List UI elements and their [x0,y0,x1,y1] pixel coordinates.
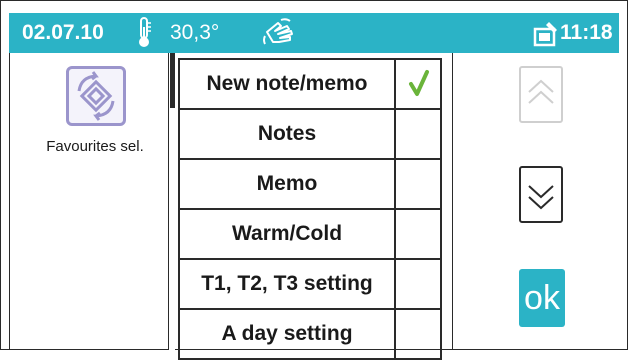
favourites-arrows-icon [77,71,115,121]
favourites-panel[interactable]: Favourites sel. [9,53,169,350]
menu-item-notes[interactable]: Notes [178,110,442,160]
menu-item-label: A day setting [178,310,396,358]
scroll-down-button[interactable] [519,166,563,223]
thermometer-icon [139,17,151,47]
menu-item-label: Memo [178,160,396,208]
status-bar: 02.07.10 30,3° 11:18 [9,13,619,53]
checkmark-icon [409,70,429,96]
temperature-display: 30,3° [170,21,220,44]
date-display: 02.07.10 [22,21,104,44]
menu-item-check-cell[interactable] [396,210,442,258]
hand-wave-icon [263,18,293,45]
menu-item-memo[interactable]: Memo [178,160,442,210]
note-icon [533,22,557,47]
menu-item-check-cell[interactable] [396,160,442,208]
ok-button[interactable]: ok [519,269,565,327]
scroll-thumb[interactable] [170,53,175,108]
menu-item-label: Warm/Cold [178,210,396,258]
menu-item-check-cell[interactable] [396,60,442,108]
favourites-label: Favourites sel. [46,138,144,155]
chevron-up-icon [528,79,554,104]
menu-list: New note/memo Notes Memo Warm/Cold T1, T… [178,58,442,360]
menu-item-label: New note/memo [178,60,396,108]
menu-item-check-cell[interactable] [396,260,442,308]
menu-item-label: T1, T2, T3 setting [178,260,396,308]
menu-item-new-note[interactable]: New note/memo [178,58,442,110]
scroll-up-button[interactable] [519,66,563,123]
menu-item-check-cell[interactable] [396,310,442,358]
menu-item-t-setting[interactable]: T1, T2, T3 setting [178,260,442,310]
favourites-icon[interactable] [66,66,126,126]
time-display: 11:18 [560,21,613,44]
menu-item-warm-cold[interactable]: Warm/Cold [178,210,442,260]
chevron-down-icon [528,185,554,210]
menu-item-check-cell[interactable] [396,110,442,158]
menu-item-label: Notes [178,110,396,158]
menu-item-day-setting[interactable]: A day setting [178,310,442,360]
